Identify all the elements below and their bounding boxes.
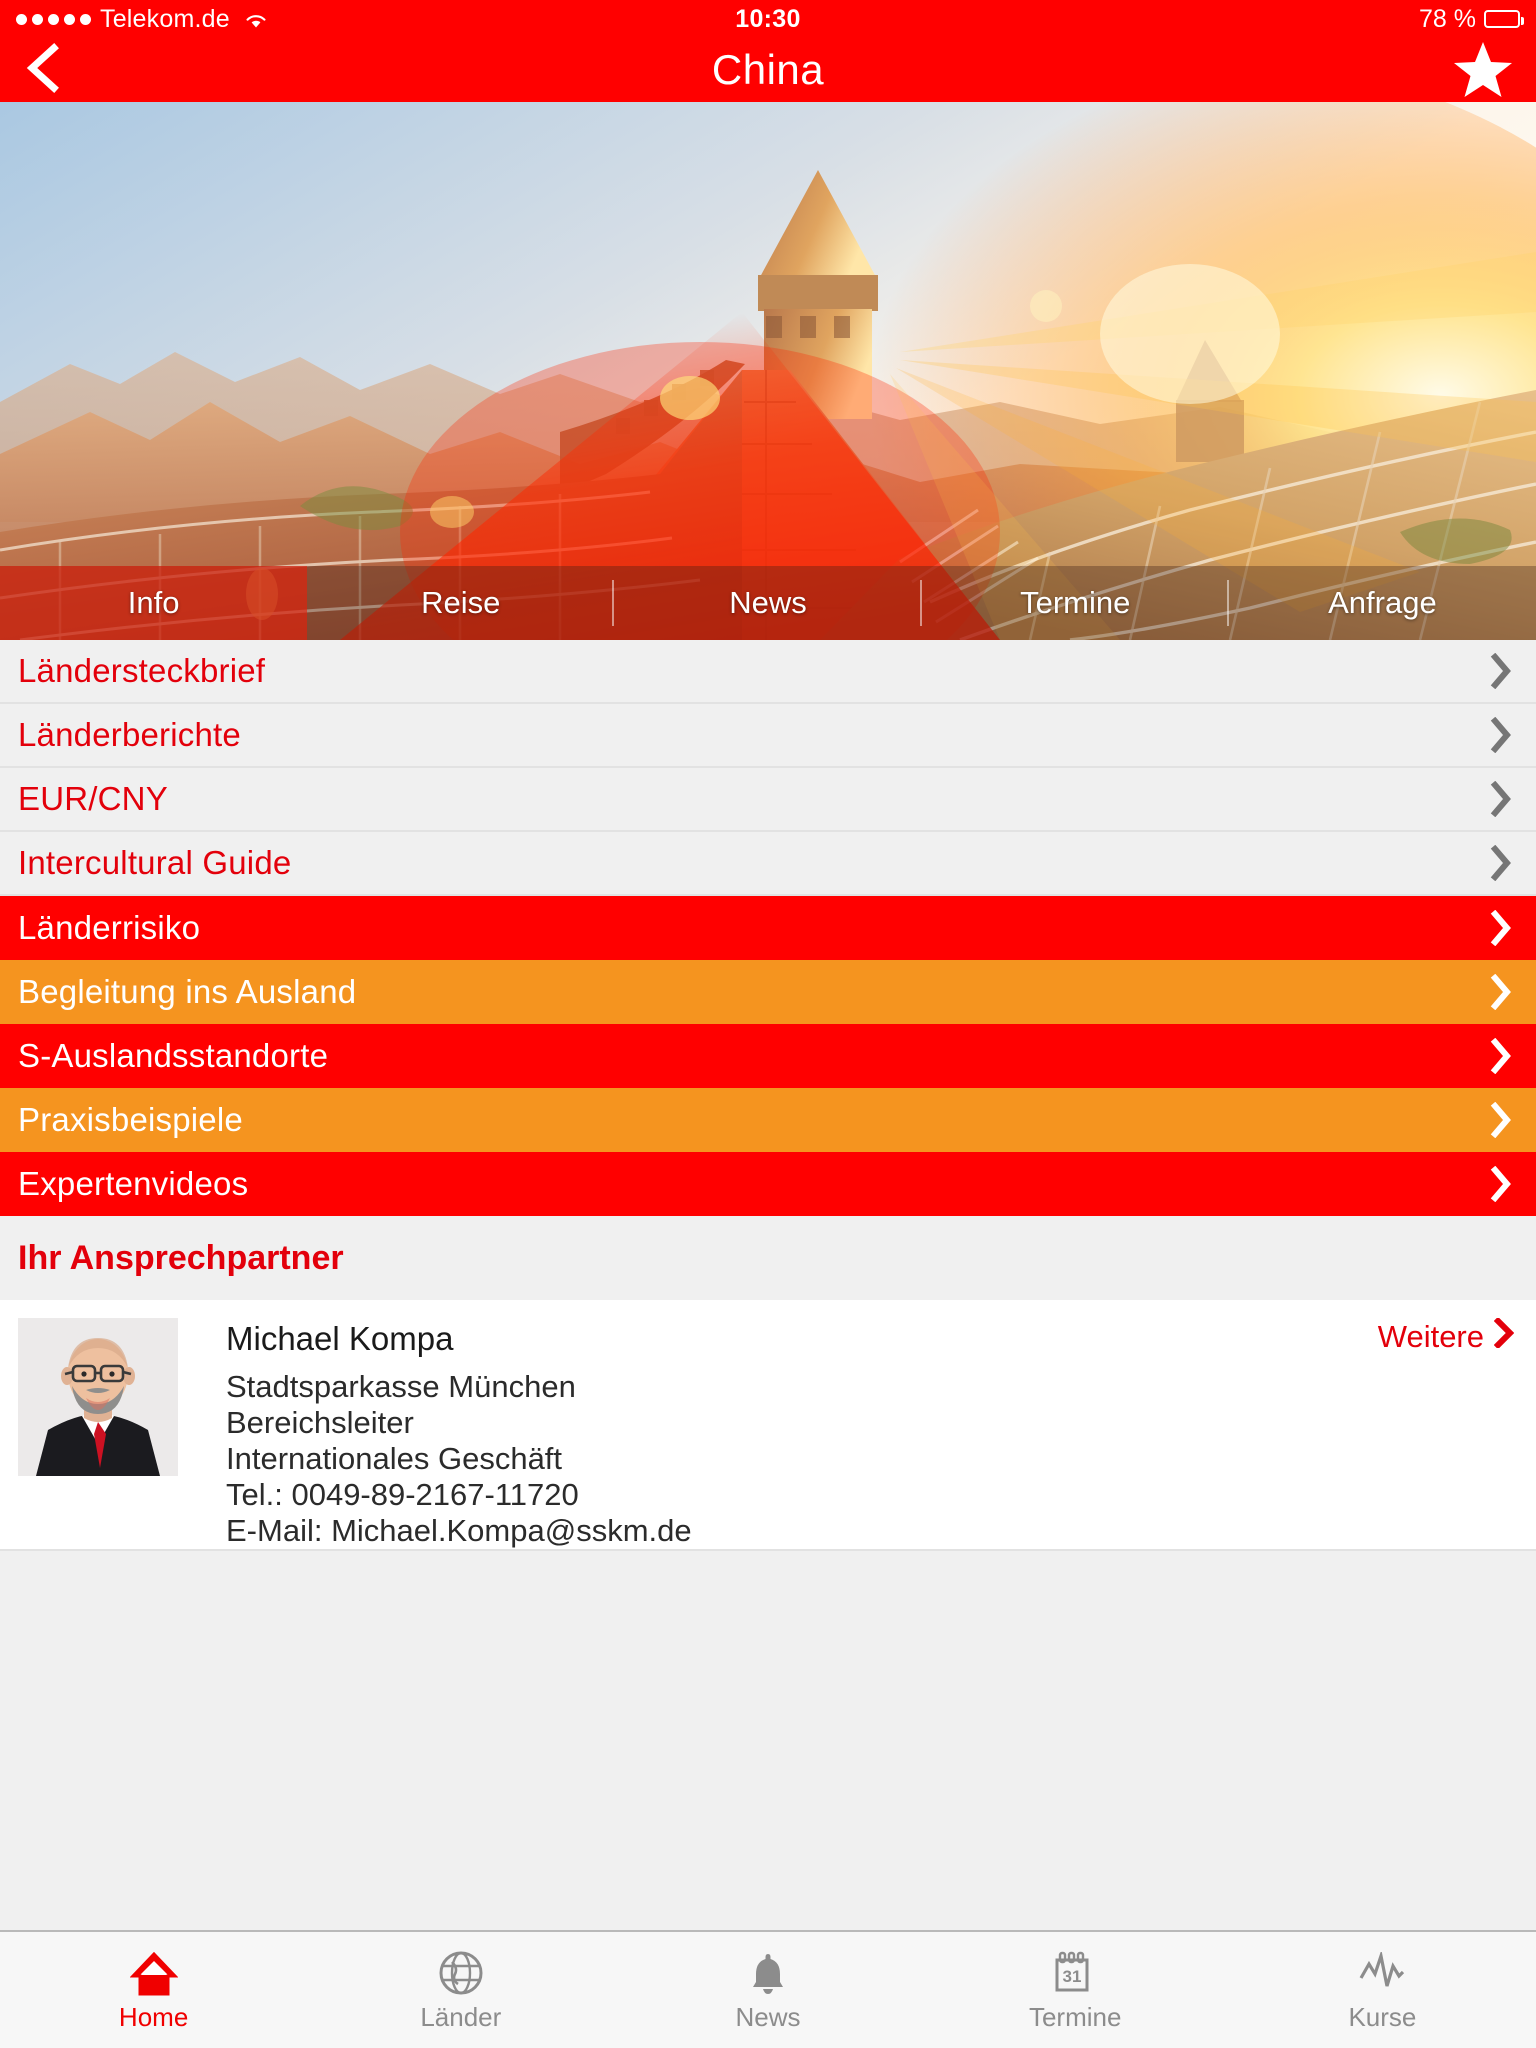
favorite-button[interactable] — [1452, 40, 1514, 100]
chevron-right-icon — [1490, 844, 1512, 882]
more-contacts-link[interactable]: Weitere — [1377, 1316, 1515, 1356]
globe-icon — [438, 1948, 484, 1996]
menu-row-label: Länderberichte — [18, 716, 241, 753]
chevron-right-icon — [1490, 1101, 1512, 1139]
menu-row-label: EUR/CNY — [18, 780, 168, 817]
hero-tab-label: Info — [127, 585, 180, 620]
hero-image — [0, 102, 1536, 640]
contact-name: Michael Kompa — [226, 1320, 454, 1357]
tab-label: Home — [118, 2001, 189, 2032]
content-spacer — [0, 1548, 1536, 1930]
bell-icon — [748, 1948, 788, 1996]
chevron-right-icon — [1490, 716, 1512, 754]
chevron-right-icon — [1490, 1165, 1512, 1203]
hero-tab-label: News — [729, 585, 807, 620]
nav-bar: China — [0, 38, 1536, 102]
menu-row-label: Länderrisiko — [18, 909, 201, 946]
chevron-right-icon — [1490, 909, 1512, 947]
hero-tab-reise[interactable]: Reise — [307, 566, 615, 640]
home-icon — [129, 1948, 178, 1996]
menu-row[interactable]: Begleitung ins Ausland — [0, 960, 1536, 1024]
battery-icon — [1484, 10, 1524, 28]
tab-label: Kurse — [1348, 2001, 1417, 2032]
contact-email[interactable]: E-Mail: Michael.Kompa@sskm.de — [226, 1513, 692, 1549]
contact-section-title: Ihr Ansprechpartner — [18, 1238, 344, 1277]
page-title: China — [711, 46, 825, 93]
contact-line: Stadtsparkasse München — [226, 1369, 576, 1404]
menu-row-label: Expertenvideos — [18, 1165, 249, 1202]
chevron-right-icon — [1493, 1316, 1515, 1356]
menu-row-label: Intercultural Guide — [18, 844, 292, 881]
hero-tab-label: Termine — [1020, 585, 1131, 620]
menu-row[interactable]: Expertenvideos — [0, 1152, 1536, 1216]
chevron-right-icon — [1490, 973, 1512, 1011]
chevron-right-icon — [1490, 652, 1512, 690]
contact-line: Bereichsleiter — [226, 1404, 414, 1440]
contact-card: Michael Kompa Stadtsparkasse München Ber… — [0, 1300, 1536, 1549]
hero-tab-termine[interactable]: Termine — [922, 566, 1230, 640]
menu-row-label: S-Auslandsstandorte — [18, 1037, 329, 1074]
tab-home[interactable]: Home — [0, 1932, 307, 2048]
tab-news[interactable]: News — [614, 1932, 921, 2048]
status-bar-right: 78 % — [1419, 4, 1524, 34]
contact-section-header: Ihr Ansprechpartner — [0, 1216, 1536, 1300]
pulse-chart-icon — [1357, 1948, 1407, 1996]
tab-kurse[interactable]: Kurse — [1229, 1932, 1536, 2048]
hero-banner: Info Reise News Termine Anfrage — [0, 102, 1536, 640]
hero-tab-info[interactable]: Info — [0, 566, 308, 640]
status-bar: Telekom.de 10:30 78 % — [0, 0, 1536, 38]
menu-row[interactable]: S-Auslandsstandorte — [0, 1024, 1536, 1088]
svg-text:31: 31 — [1063, 1967, 1082, 1986]
tab-label: Länder — [420, 2001, 502, 2032]
hero-tab-label: Anfrage — [1328, 585, 1437, 620]
tab-label: News — [735, 2001, 801, 2032]
more-contacts-label: Weitere — [1377, 1319, 1484, 1354]
bottom-tab-bar: Home Länder News 31 Termine Kurse — [0, 1930, 1536, 2048]
menu-list: Ländersteckbrief Länderberichte EUR/CNY Int… — [0, 640, 1536, 1216]
portrait-image — [18, 1318, 178, 1476]
tab-termine[interactable]: 31 Termine — [922, 1932, 1229, 2048]
star-filled-icon — [1452, 42, 1514, 104]
menu-row[interactable]: Ländersteckbrief — [0, 640, 1536, 704]
menu-row[interactable]: Länderberichte — [0, 704, 1536, 768]
menu-row[interactable]: Intercultural Guide — [0, 832, 1536, 896]
menu-row-label: Praxisbeispiele — [18, 1101, 243, 1138]
chevron-right-icon — [1490, 780, 1512, 818]
avatar — [18, 1318, 178, 1476]
tab-label: Termine — [1028, 2001, 1122, 2032]
menu-row[interactable]: Praxisbeispiele — [0, 1088, 1536, 1152]
contact-phone[interactable]: Tel.: 0049-89-2167-11720 — [226, 1477, 692, 1513]
menu-row-label: Ländersteckbrief — [18, 652, 266, 689]
chevron-right-icon — [1490, 1037, 1512, 1075]
tab-laender[interactable]: Länder — [307, 1932, 614, 2048]
menu-row-label: Begleitung ins Ausland — [18, 973, 357, 1010]
app-root: Telekom.de 10:30 78 % China Info Reise N… — [0, 0, 1536, 2048]
contact-details: Michael Kompa Stadtsparkasse München Ber… — [178, 1318, 692, 1549]
hero-tab-bar: Info Reise News Termine Anfrage — [0, 566, 1536, 640]
contact-line: Internationales Geschäft — [226, 1440, 563, 1476]
hero-tab-news[interactable]: News — [614, 566, 922, 640]
hero-tab-label: Reise — [421, 585, 501, 620]
hero-tab-anfrage[interactable]: Anfrage — [1229, 566, 1536, 640]
menu-row[interactable]: EUR/CNY — [0, 768, 1536, 832]
calendar-icon: 31 — [1053, 1948, 1097, 1996]
menu-row[interactable]: Länderrisiko — [0, 896, 1536, 960]
clock-label: 10:30 — [735, 4, 801, 33]
battery-percent-label: 78 % — [1419, 4, 1476, 33]
